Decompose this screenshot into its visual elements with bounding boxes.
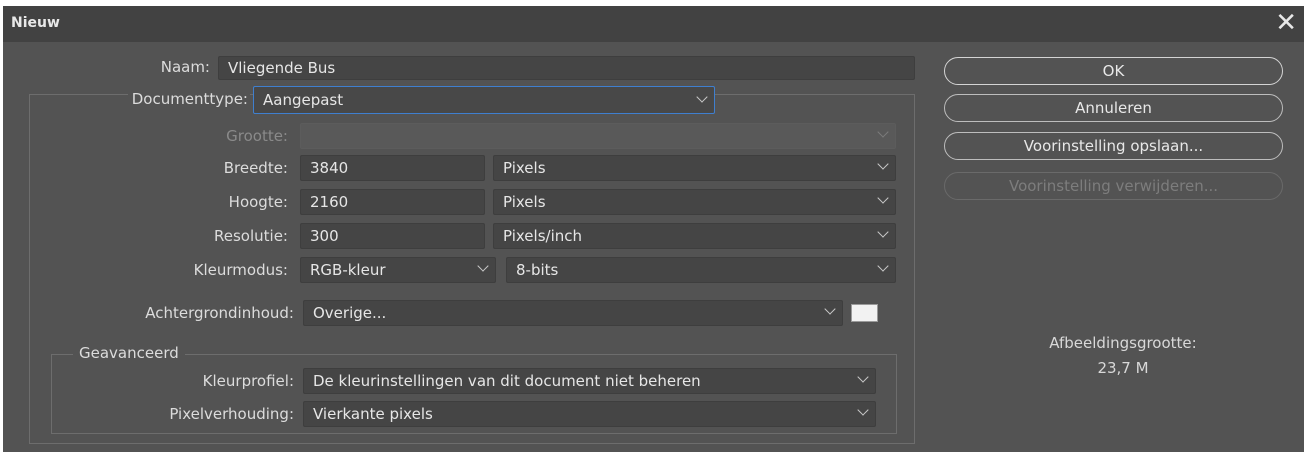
name-label: Naam: bbox=[160, 58, 210, 76]
chevron-down-icon bbox=[824, 303, 836, 315]
profile-select[interactable]: De kleurinstellingen van dit document ni… bbox=[303, 368, 876, 394]
chevron-down-icon bbox=[877, 126, 889, 138]
delete-preset-button: Voorinstelling verwijderen... bbox=[944, 172, 1283, 200]
width-unit-value: Pixels bbox=[503, 159, 546, 177]
doctype-label: Documenttype: bbox=[127, 90, 250, 108]
image-size-value: 23,7 M bbox=[1097, 359, 1149, 377]
size-select bbox=[300, 123, 896, 149]
name-input[interactable]: Vliegende Bus bbox=[218, 56, 915, 80]
background-value: Overige... bbox=[313, 304, 387, 322]
background-select[interactable]: Overige... bbox=[303, 300, 843, 326]
profile-value: De kleurinstellingen van dit document ni… bbox=[313, 372, 701, 390]
pixel-aspect-label: Pixelverhouding: bbox=[169, 405, 294, 423]
chevron-down-icon bbox=[477, 260, 489, 272]
background-label: Achtergrondinhoud: bbox=[145, 304, 294, 322]
colormode-label: Kleurmodus: bbox=[193, 261, 288, 279]
doctype-value: Aangepast bbox=[263, 91, 344, 109]
background-color-swatch[interactable] bbox=[851, 304, 878, 322]
resolution-label: Resolutie: bbox=[214, 227, 288, 245]
height-label: Hoogte: bbox=[228, 193, 288, 211]
chevron-down-icon bbox=[877, 192, 889, 204]
width-unit-select[interactable]: Pixels bbox=[493, 155, 896, 181]
new-document-dialog: Nieuw ✕ Naam: Vliegende Bus Documenttype… bbox=[3, 6, 1304, 452]
bitdepth-value: 8-bits bbox=[516, 261, 559, 279]
chevron-down-icon bbox=[877, 158, 889, 170]
chevron-down-icon bbox=[696, 91, 708, 103]
ok-button[interactable]: OK bbox=[944, 57, 1283, 85]
width-label: Breedte: bbox=[223, 159, 288, 177]
height-unit-value: Pixels bbox=[503, 193, 546, 211]
image-size-label: Afbeeldingsgrootte: bbox=[1049, 334, 1197, 352]
width-input[interactable]: 3840 bbox=[300, 155, 485, 181]
pixel-aspect-value: Vierkante pixels bbox=[313, 405, 433, 423]
bitdepth-select[interactable]: 8-bits bbox=[506, 257, 896, 283]
close-icon[interactable]: ✕ bbox=[1275, 8, 1297, 38]
chevron-down-icon bbox=[877, 260, 889, 272]
cancel-button[interactable]: Annuleren bbox=[944, 94, 1283, 122]
advanced-title: Geavanceerd bbox=[73, 344, 185, 362]
title-bar: Nieuw ✕ bbox=[3, 6, 1304, 42]
colormode-select[interactable]: RGB-kleur bbox=[300, 257, 496, 283]
size-label: Grootte: bbox=[226, 127, 288, 145]
chevron-down-icon bbox=[877, 226, 889, 238]
dialog-title: Nieuw bbox=[11, 15, 60, 31]
height-unit-select[interactable]: Pixels bbox=[493, 189, 896, 215]
resolution-input[interactable]: 300 bbox=[300, 223, 485, 249]
resolution-unit-value: Pixels/inch bbox=[503, 227, 582, 245]
chevron-down-icon bbox=[857, 371, 869, 383]
profile-label: Kleurprofiel: bbox=[202, 372, 294, 390]
pixel-aspect-select[interactable]: Vierkante pixels bbox=[303, 401, 876, 427]
height-input[interactable]: 2160 bbox=[300, 189, 485, 215]
resolution-unit-select[interactable]: Pixels/inch bbox=[493, 223, 896, 249]
save-preset-button[interactable]: Voorinstelling opslaan... bbox=[944, 132, 1283, 160]
colormode-value: RGB-kleur bbox=[310, 261, 386, 279]
chevron-down-icon bbox=[857, 404, 869, 416]
doctype-select[interactable]: Aangepast bbox=[253, 86, 715, 114]
